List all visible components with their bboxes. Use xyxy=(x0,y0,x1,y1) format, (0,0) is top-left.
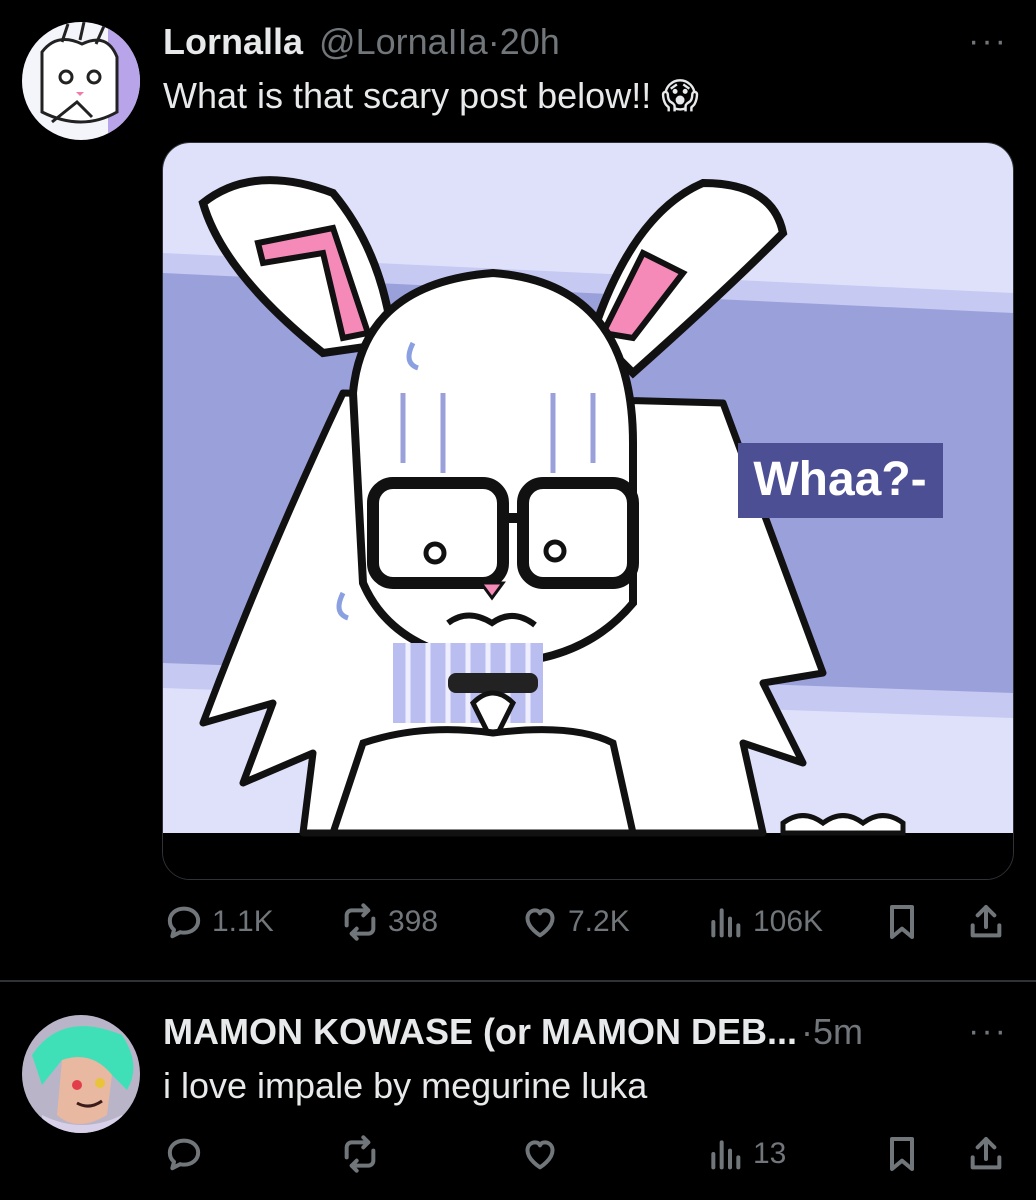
post-time[interactable]: 5m xyxy=(813,1011,863,1052)
reply-icon xyxy=(167,1138,201,1171)
share-button[interactable] xyxy=(966,1124,1006,1184)
views-icon xyxy=(711,1140,741,1170)
avatar-lornalla[interactable] xyxy=(22,22,140,140)
repost-button[interactable]: 398 xyxy=(340,892,438,952)
reply-icon xyxy=(167,906,201,939)
like-button[interactable] xyxy=(520,1124,568,1184)
repost-icon xyxy=(344,1135,376,1173)
reply-button[interactable]: 1.1K xyxy=(164,892,274,952)
post-actions: 1.1K 398 7.2K 106K xyxy=(160,892,1010,952)
bookmark-button[interactable] xyxy=(882,892,922,952)
author-name[interactable]: MAMON KOWASE (or MAMON DEB... xyxy=(163,1011,797,1052)
views-button[interactable]: 13 xyxy=(705,1124,786,1184)
avatar-mamon[interactable] xyxy=(22,1015,140,1133)
share-icon xyxy=(970,905,1002,938)
share-button[interactable] xyxy=(966,892,1006,952)
repost-icon xyxy=(344,903,376,941)
post-header: MAMON KOWASE (or MAMON DEB... ·5m xyxy=(163,1010,863,1054)
like-button[interactable]: 7.2K xyxy=(520,892,630,952)
post-text: i love impale by megurine luka xyxy=(163,1065,648,1106)
more-options-button[interactable]: ··· xyxy=(968,1012,1008,1051)
separator: · xyxy=(800,1011,813,1052)
bookmark-icon xyxy=(890,1137,914,1171)
like-count: 7.2K xyxy=(568,905,630,938)
share-icon xyxy=(970,1137,1002,1170)
bookmark-button[interactable] xyxy=(882,1124,922,1184)
post-image[interactable]: Whaa?- xyxy=(162,142,1014,880)
post-text-content: What is that scary post below!! xyxy=(163,75,652,116)
separator: · xyxy=(487,21,500,62)
like-icon xyxy=(525,1140,555,1170)
author-name[interactable]: Lornalla xyxy=(163,21,303,62)
post-header: Lornalla @LornaIIa·20h xyxy=(163,20,560,64)
reply-count: 1.1K xyxy=(212,905,274,938)
more-options-button[interactable]: ··· xyxy=(968,22,1008,61)
author-handle[interactable]: @LornaIIa xyxy=(319,21,488,62)
views-count: 13 xyxy=(753,1137,787,1170)
repost-button[interactable] xyxy=(340,1124,388,1184)
post-lornalla[interactable]: Lornalla @LornaIIa·20h ··· What is that … xyxy=(0,0,1036,980)
repost-count: 398 xyxy=(388,905,439,938)
views-count: 106K xyxy=(753,905,824,938)
views-icon xyxy=(711,908,741,938)
bookmark-icon xyxy=(890,905,914,939)
post-text: What is that scary post below!! 😱 xyxy=(163,74,699,118)
like-icon xyxy=(525,908,555,938)
emoji-icon: 😱 xyxy=(661,75,699,116)
post-mamon[interactable]: MAMON KOWASE (or MAMON DEB... ·5m ··· i l… xyxy=(0,982,1036,1200)
post-time[interactable]: 20h xyxy=(500,21,560,62)
views-button[interactable]: 106K xyxy=(705,892,823,952)
media-caption: Whaa?- xyxy=(753,453,926,506)
reply-button[interactable] xyxy=(164,1124,212,1184)
post-actions: 13 xyxy=(160,1124,1010,1184)
